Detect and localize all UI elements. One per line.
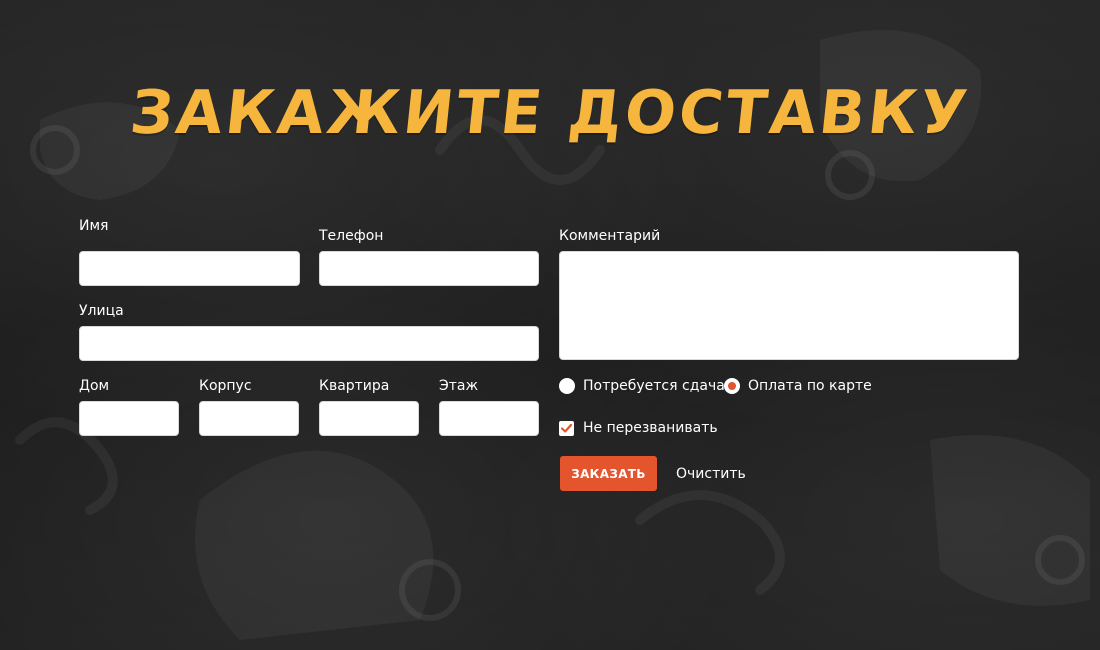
payment-option-change-label: Потребуется сдача xyxy=(583,378,725,394)
apartment-input[interactable] xyxy=(319,401,419,436)
payment-option-card-label: Оплата по карте xyxy=(748,378,872,394)
comment-textarea[interactable] xyxy=(559,251,1019,360)
street-label: Улица xyxy=(79,303,124,319)
phone-input[interactable] xyxy=(319,251,539,286)
building-input[interactable] xyxy=(199,401,299,436)
radio-card[interactable] xyxy=(724,378,740,394)
checkmark-icon xyxy=(560,423,573,433)
comment-label: Комментарий xyxy=(559,228,661,244)
apartment-label: Квартира xyxy=(319,378,390,394)
order-button[interactable]: ЗАКАЗАТЬ xyxy=(560,456,657,491)
phone-label: Телефон xyxy=(319,228,384,244)
name-input[interactable] xyxy=(79,251,300,286)
house-label: Дом xyxy=(79,378,110,394)
page-title: Закажите доставку xyxy=(126,78,974,148)
clear-button[interactable]: Очистить xyxy=(670,456,752,491)
floor-label: Этаж xyxy=(439,378,479,394)
floor-input[interactable] xyxy=(439,401,539,436)
house-input[interactable] xyxy=(79,401,179,436)
no-callback-label: Не перезванивать xyxy=(583,420,718,436)
building-label: Корпус xyxy=(199,378,252,394)
radio-change[interactable] xyxy=(559,378,575,394)
name-label: Имя xyxy=(79,218,109,234)
no-callback-checkbox[interactable] xyxy=(559,421,574,436)
street-input[interactable] xyxy=(79,326,539,361)
